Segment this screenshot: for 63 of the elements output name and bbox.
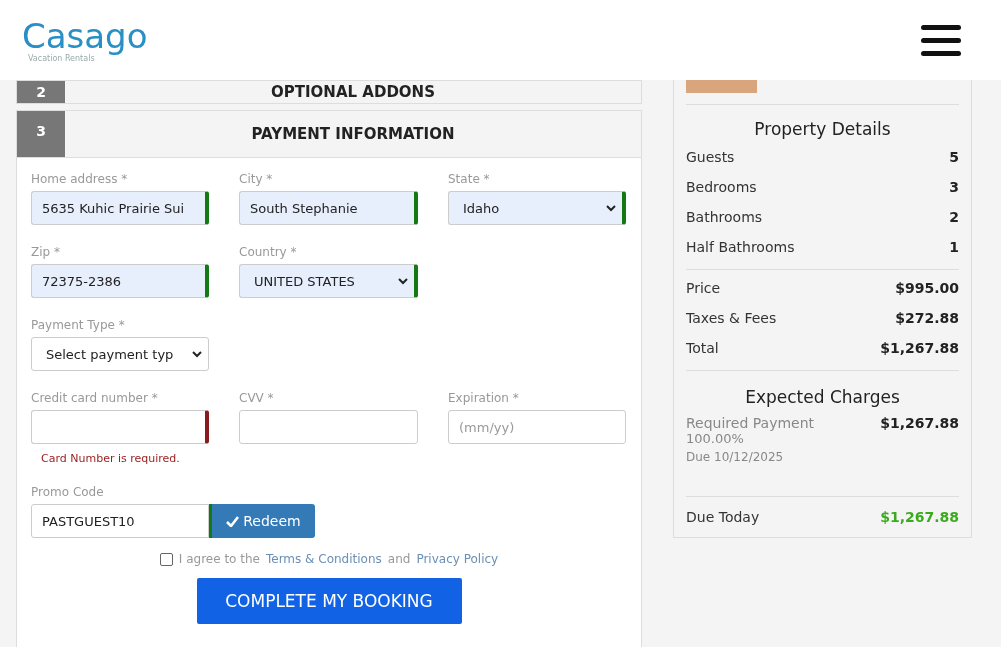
charge-percent: 100.00% <box>686 431 745 446</box>
field-label: Zip * <box>31 245 61 259</box>
checkmark-icon <box>226 515 240 527</box>
agree-checkbox[interactable] <box>159 552 173 566</box>
section-title: Property Details <box>753 119 892 139</box>
select-field[interactable]: UNITED STATES <box>239 264 418 298</box>
detail-label: Bathrooms <box>686 209 763 225</box>
detail-value: 1 <box>949 239 959 255</box>
step-header[interactable]: 2 OPTIONAL ADDONS <box>16 80 642 104</box>
detail-value: 3 <box>949 179 959 195</box>
field-label: State * <box>448 172 491 186</box>
casago-logo[interactable]: Casago Vacation Rentals <box>22 17 172 63</box>
due-date: Due 10/12/2025 <box>686 450 785 464</box>
due-today-value: $1,267.88 <box>880 509 959 525</box>
field-label: Credit card number * <box>31 391 159 405</box>
input-field[interactable]: 72375-2386 <box>31 264 209 298</box>
section-title: Expected Charges <box>744 387 901 407</box>
agree-text: I agree to the <box>178 552 260 566</box>
detail-value: 2 <box>949 209 959 225</box>
charge-label: Required Payment <box>686 415 815 431</box>
field-label: CVV * <box>239 391 275 405</box>
input-field[interactable]: (mm/yy) <box>448 410 626 444</box>
select-field[interactable]: Idaho <box>448 191 626 225</box>
privacy-link[interactable]: Privacy Policy <box>416 552 499 566</box>
field-label: Payment Type * <box>31 318 126 332</box>
redeem-button[interactable]: Redeem <box>209 504 315 538</box>
complete-booking-button[interactable]: COMPLETE MY BOOKING <box>196 578 462 624</box>
field-label: Promo Code <box>31 485 105 499</box>
detail-value: 5 <box>949 149 959 165</box>
price-value: $1,267.88 <box>880 340 959 356</box>
select-field[interactable]: Select payment typ <box>31 337 209 371</box>
step-title: OPTIONAL ADDONS <box>270 82 436 103</box>
input-field[interactable]: 5635 Kuhic Prairie Sui <box>31 191 209 225</box>
input-field[interactable]: South Stephanie <box>239 191 418 225</box>
price-label: Price <box>686 280 721 296</box>
price-value: $995.00 <box>895 280 959 296</box>
error-message: Card Number is required. <box>41 452 181 465</box>
chevron-down-icon <box>606 204 616 212</box>
terms-link[interactable]: Terms & Conditions <box>265 552 382 566</box>
input-field[interactable] <box>31 410 209 444</box>
detail-label: Guests <box>686 149 735 165</box>
step-number: 3 <box>17 111 65 157</box>
field-label: City * <box>239 172 274 186</box>
due-today-label: Due Today <box>686 509 760 525</box>
charge-value: $1,267.88 <box>880 415 959 431</box>
agree-text: and <box>387 552 411 566</box>
step-title: PAYMENT INFORMATION <box>250 124 456 145</box>
menu-button[interactable] <box>921 24 961 56</box>
field-label: Home address * <box>31 172 129 186</box>
photo-placeholder <box>686 80 757 93</box>
price-label: Total <box>686 340 719 356</box>
chevron-down-icon <box>398 277 408 285</box>
price-label: Taxes & Fees <box>686 310 777 326</box>
step-number: 2 <box>17 81 65 103</box>
chevron-down-icon <box>192 350 202 358</box>
detail-label: Half Bathrooms <box>686 239 795 255</box>
input-field[interactable] <box>239 410 418 444</box>
price-value: $272.88 <box>895 310 959 326</box>
field-label: Expiration * <box>448 391 520 405</box>
step-header[interactable]: 3 PAYMENT INFORMATION <box>16 110 642 158</box>
detail-label: Bedrooms <box>686 179 757 195</box>
promo-code-field[interactable]: PASTGUEST10 <box>31 504 209 538</box>
field-label: Country * <box>239 245 298 259</box>
